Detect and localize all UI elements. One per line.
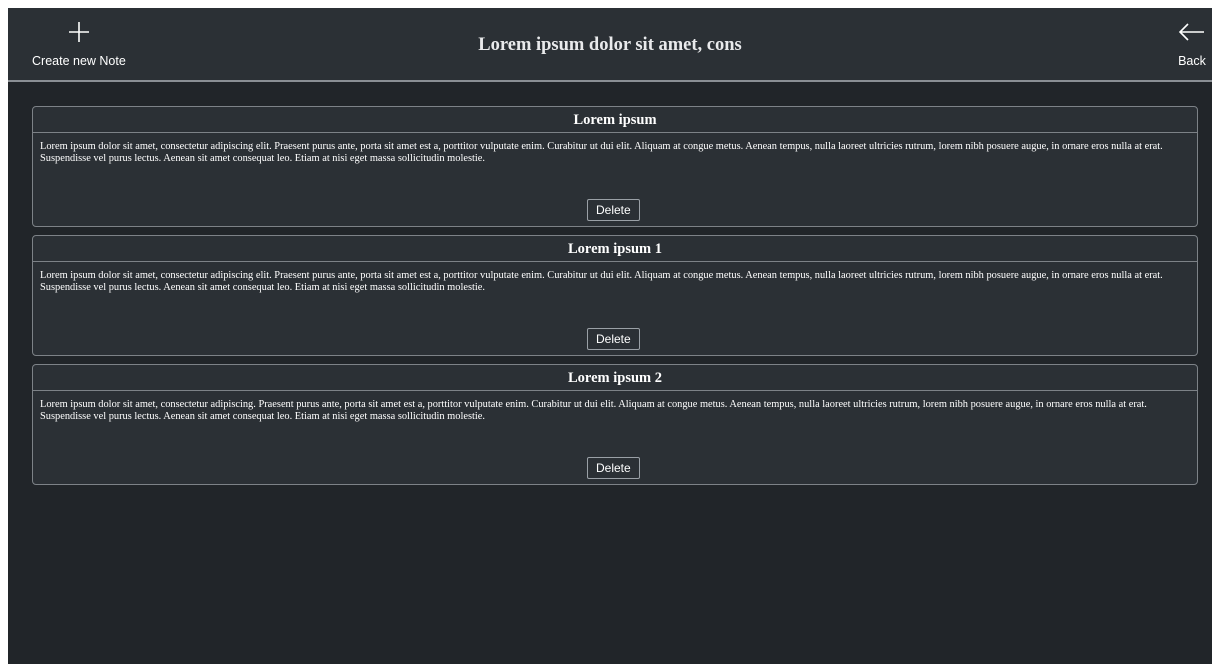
delete-button[interactable]: Delete — [587, 199, 640, 221]
delete-button[interactable]: Delete — [587, 457, 640, 479]
delete-button[interactable]: Delete — [587, 328, 640, 350]
notes-app: Create new Note Lorem ipsum dolor sit am… — [8, 8, 1212, 664]
note-title: Lorem ipsum — [33, 107, 1197, 133]
note-body: Lorem ipsum dolor sit amet, consectetur … — [40, 141, 1163, 164]
back-button[interactable]: Back — [1176, 16, 1208, 68]
note-title: Lorem ipsum 2 — [33, 365, 1197, 391]
note-title: Lorem ipsum 1 — [33, 236, 1197, 262]
page-title: Lorem ipsum dolor sit amet, cons — [478, 35, 742, 55]
note-card: Lorem ipsum Lorem ipsum dolor sit amet, … — [32, 106, 1198, 227]
app-header: Create new Note Lorem ipsum dolor sit am… — [8, 8, 1212, 82]
back-label: Back — [1178, 54, 1206, 68]
note-card: Lorem ipsum 1 Lorem ipsum dolor sit amet… — [32, 235, 1198, 356]
arrow-left-icon — [1178, 23, 1204, 41]
note-body: Lorem ipsum dolor sit amet, consectetur … — [40, 270, 1163, 293]
notes-list: Lorem ipsum Lorem ipsum dolor sit amet, … — [32, 106, 1198, 493]
note-body: Lorem ipsum dolor sit amet, consectetur … — [40, 399, 1147, 422]
note-card: Lorem ipsum 2 Lorem ipsum dolor sit amet… — [32, 364, 1198, 485]
